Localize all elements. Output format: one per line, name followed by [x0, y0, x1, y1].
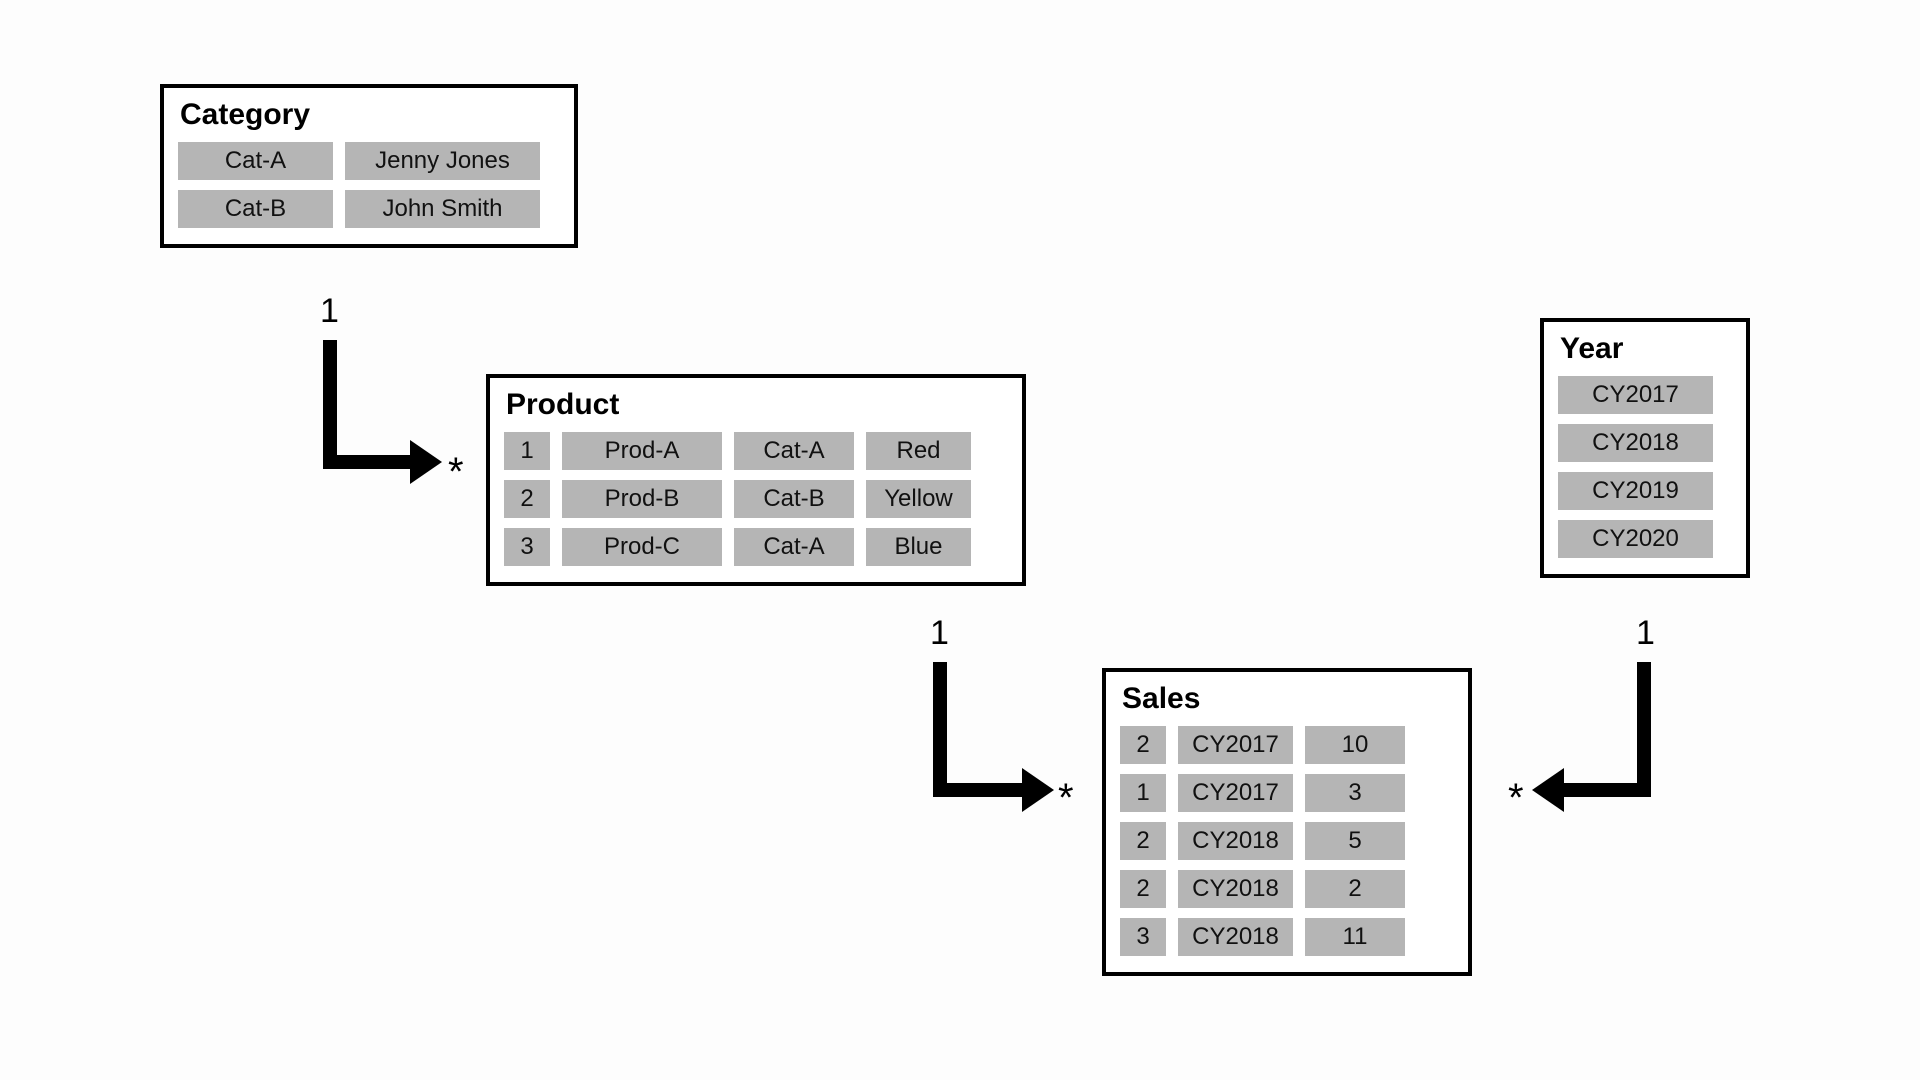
arrow-year-to-sales — [0, 0, 1920, 1080]
diagram-stage: Category Cat-A Jenny Jones Cat-B John Sm… — [0, 0, 1920, 1080]
cardinality-many: * — [1508, 776, 1524, 821]
cardinality-one: 1 — [1636, 614, 1655, 653]
